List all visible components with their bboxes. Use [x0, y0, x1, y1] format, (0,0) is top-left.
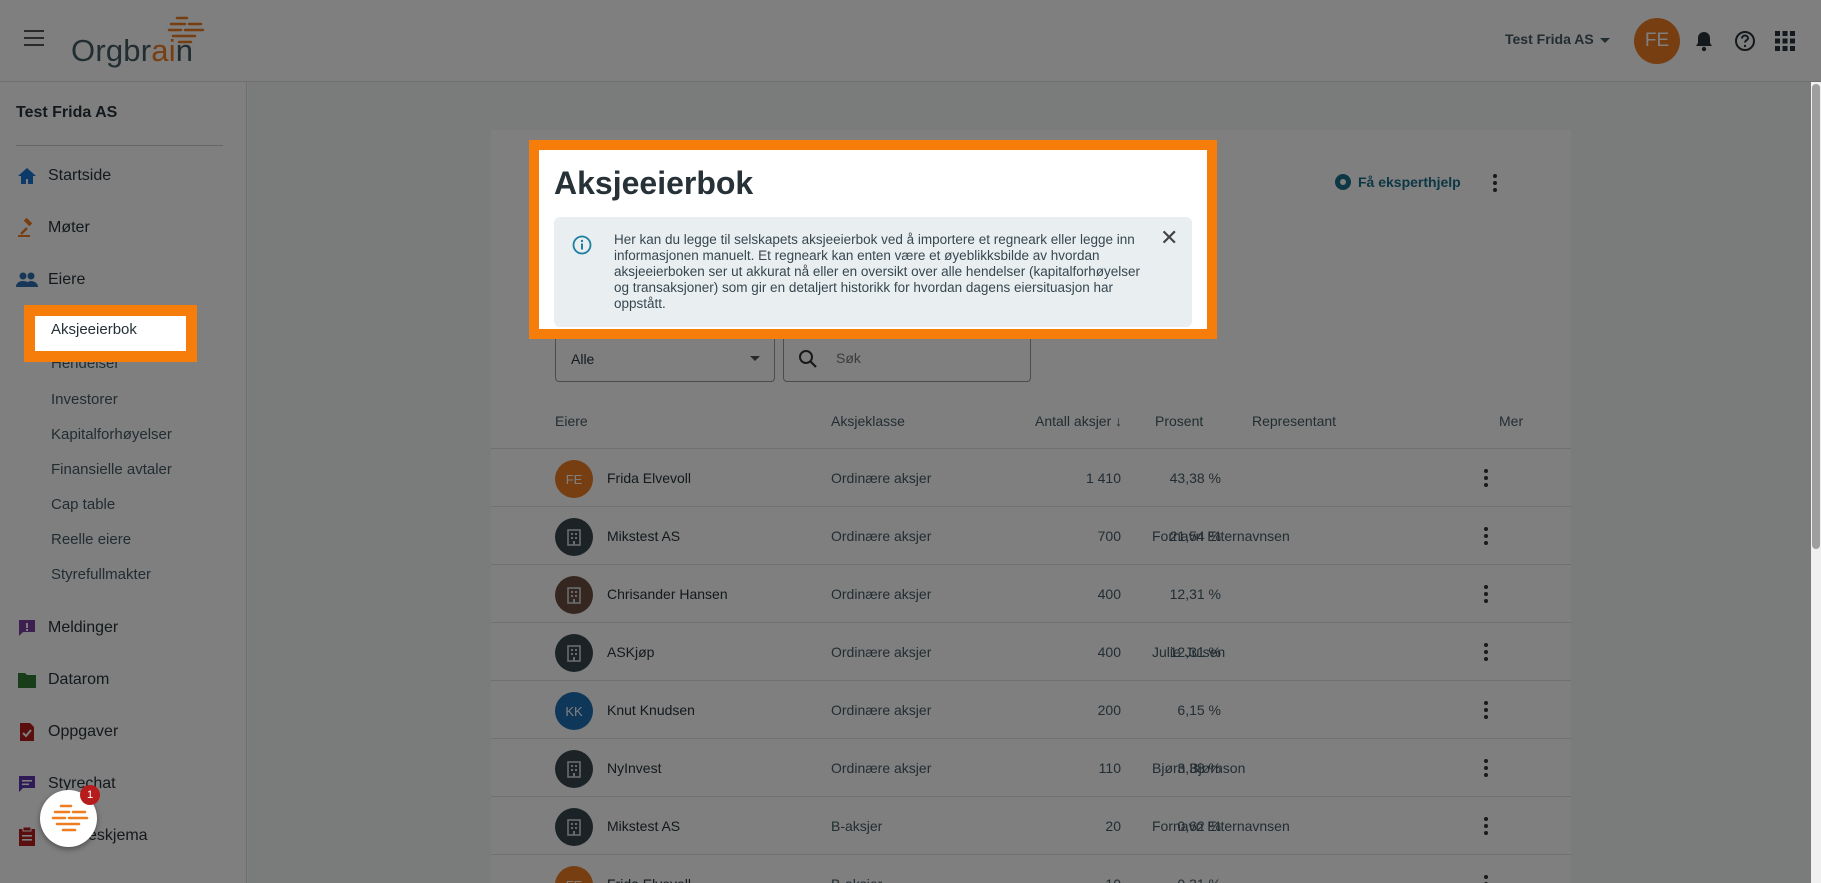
info-text: Her kan du legge til selskapets aksjeeie…	[614, 232, 1141, 311]
scrollbar[interactable]	[1811, 82, 1821, 883]
info-alert: Her kan du legge til selskapets aksjeeie…	[554, 217, 1192, 327]
chat-launcher-button[interactable]: 1	[40, 785, 100, 847]
backdrop-overlay	[0, 0, 1821, 883]
info-dialog: Aksjeeierbok Her kan du legge til selska…	[529, 140, 1217, 339]
logo-mark-icon	[51, 804, 89, 832]
scrollbar-thumb[interactable]	[1812, 84, 1820, 549]
sidebar-subitem-aksjeeierbok[interactable]: Aksjeeierbok	[24, 305, 197, 362]
dialog-title: Aksjeeierbok	[554, 165, 754, 201]
close-icon[interactable]: ✕	[1160, 225, 1178, 251]
info-icon	[572, 235, 592, 255]
notification-badge: 1	[80, 785, 100, 805]
